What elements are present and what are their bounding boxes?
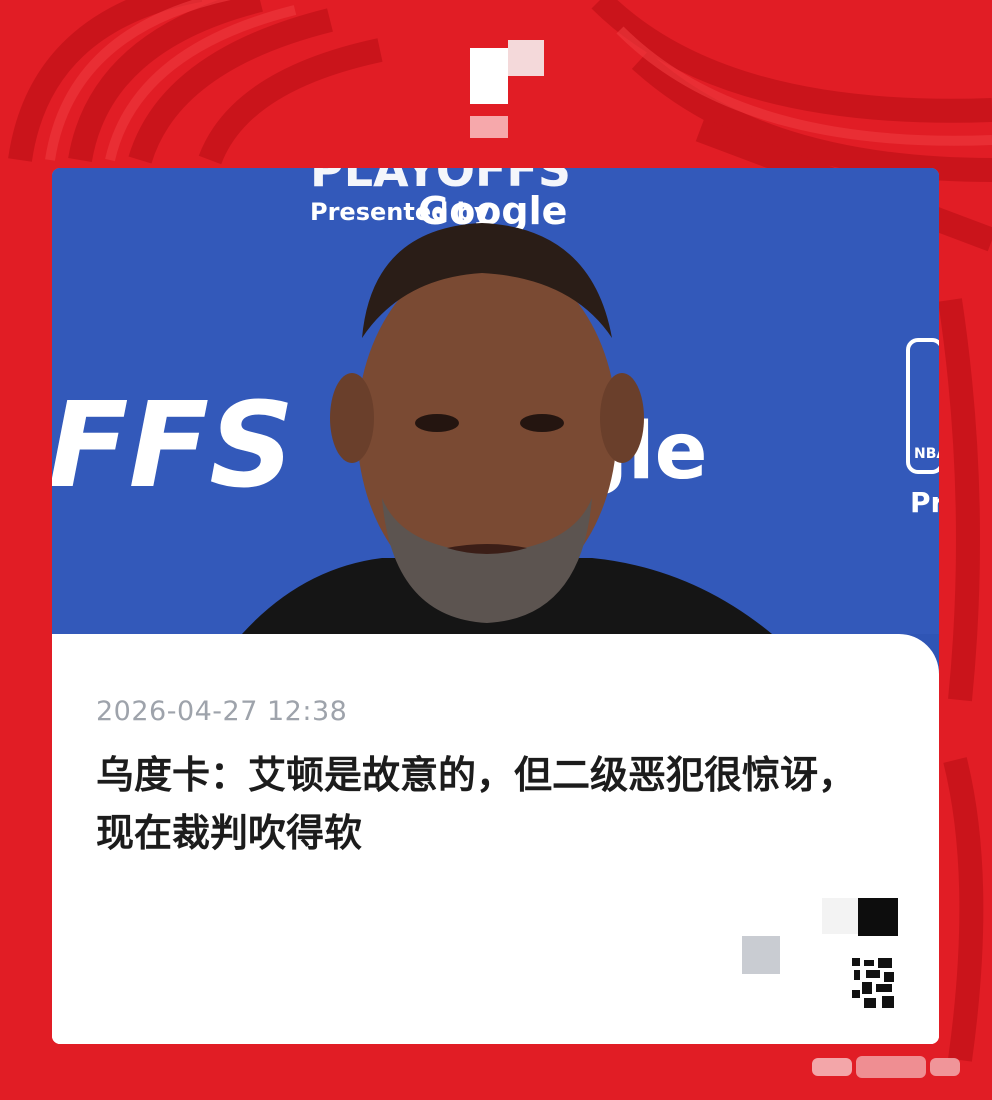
- qr-code-icon: [848, 956, 898, 1010]
- nba-fragment-text: NBA: [914, 446, 939, 462]
- press-conference-photo: PLAYOFFS Presented by Google FFS gle NBA…: [52, 168, 939, 634]
- pre-fragment-text: Pre: [910, 486, 939, 519]
- article-timestamp: 2026-04-27 12:38: [96, 696, 348, 727]
- news-card[interactable]: PLAYOFFS Presented by Google FFS gle NBA…: [52, 168, 939, 1044]
- brand-logo-icon: [470, 40, 544, 138]
- article-headline[interactable]: 乌度卡：艾顿是故意的，但二级恶犯很惊讶，现在裁判吹得软: [96, 746, 886, 862]
- photo-illustration: PLAYOFFS Presented by Google FFS gle NBA…: [52, 168, 939, 634]
- watermark-icon: [812, 1056, 960, 1078]
- qr-code-fragment: [742, 936, 780, 974]
- qr-code-fragment: [858, 898, 898, 936]
- qr-code-fragment: [822, 898, 858, 934]
- playoffs-fragment-text: FFS: [52, 376, 294, 514]
